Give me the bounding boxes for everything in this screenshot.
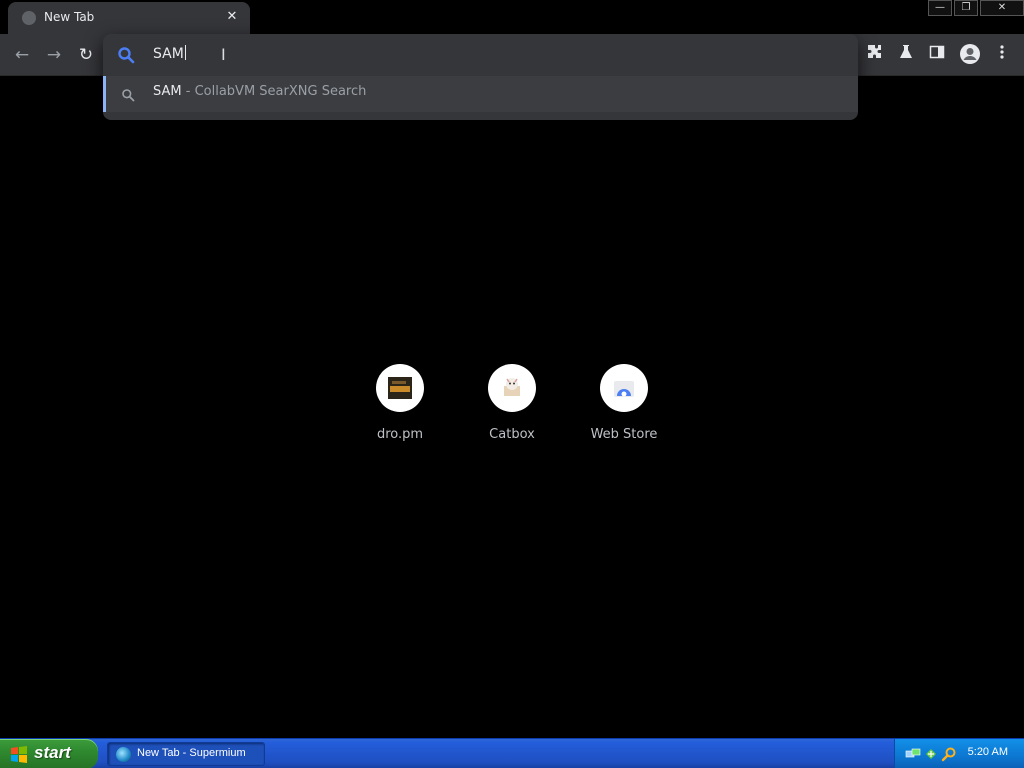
text-caret <box>184 45 186 60</box>
windows-flag-icon <box>10 745 28 763</box>
forward-button[interactable]: → <box>42 43 66 67</box>
suggestion-separator: - <box>181 84 195 99</box>
supermium-icon <box>116 747 131 762</box>
side-panel-icon[interactable] <box>926 44 948 66</box>
start-label: start <box>34 743 71 762</box>
shortcut-dropm[interactable]: dro.pm <box>352 364 448 454</box>
dropm-icon <box>376 364 424 412</box>
taskbar: start New Tab - Supermium 5:20 AM <box>0 738 1024 768</box>
address-bar[interactable]: SAM I <box>103 34 858 76</box>
tab-strip: New Tab ✕ — ❐ ✕ <box>0 0 1024 34</box>
minimize-button[interactable]: — <box>928 0 952 16</box>
shortcut-catbox[interactable]: Catbox <box>464 364 560 454</box>
window-controls: — ❐ ✕ <box>926 0 1024 18</box>
reload-button[interactable]: ↻ <box>74 43 98 67</box>
extensions-icon[interactable] <box>863 44 885 66</box>
omnibox-suggestion[interactable]: SAM - CollabVM SearXNG Search <box>103 76 858 112</box>
system-tray: 5:20 AM <box>894 739 1024 768</box>
shortcut-label: Web Store <box>590 427 658 442</box>
shortcut-label: Catbox <box>489 427 535 442</box>
profile-icon[interactable] <box>958 43 982 67</box>
suggestion-query: SAM <box>153 84 182 99</box>
safely-remove-icon[interactable] <box>923 746 939 762</box>
catbox-icon <box>488 364 536 412</box>
tab-new-tab[interactable]: New Tab ✕ <box>8 2 250 34</box>
taskbar-item-label: New Tab - Supermium <box>137 747 246 759</box>
shortcut-label: dro.pm <box>376 427 424 442</box>
close-window-button[interactable]: ✕ <box>980 0 1024 16</box>
search-tray-icon[interactable] <box>941 746 957 762</box>
desktop-screen: New Tab ✕ — ❐ ✕ ← → ↻ SAM I SAM - Collab… <box>0 0 1024 768</box>
clock: 5:20 AM <box>967 746 1008 758</box>
ibeam-cursor-icon: I <box>221 45 226 64</box>
menu-icon[interactable] <box>991 44 1013 66</box>
tab-close-icon[interactable]: ✕ <box>222 7 242 27</box>
network-icon[interactable] <box>905 746 921 762</box>
webstore-icon <box>600 364 648 412</box>
suggestion-text: SAM - CollabVM SearXNG Search <box>153 84 366 99</box>
search-icon <box>121 87 135 102</box>
search-icon <box>117 46 135 64</box>
restore-button[interactable]: ❐ <box>954 0 978 16</box>
shortcut-webstore[interactable]: Web Store <box>576 364 672 454</box>
address-input[interactable]: SAM <box>153 45 186 62</box>
suggestion-engine: CollabVM SearXNG Search <box>194 84 367 99</box>
globe-icon <box>22 11 36 25</box>
start-button[interactable]: start <box>0 739 98 768</box>
tab-title: New Tab <box>44 10 95 24</box>
labs-flask-icon[interactable] <box>895 44 917 66</box>
back-button[interactable]: ← <box>10 43 34 67</box>
omnibox-popup: SAM I SAM - CollabVM SearXNG Search <box>103 34 858 120</box>
taskbar-item-browser[interactable]: New Tab - Supermium <box>107 742 265 766</box>
